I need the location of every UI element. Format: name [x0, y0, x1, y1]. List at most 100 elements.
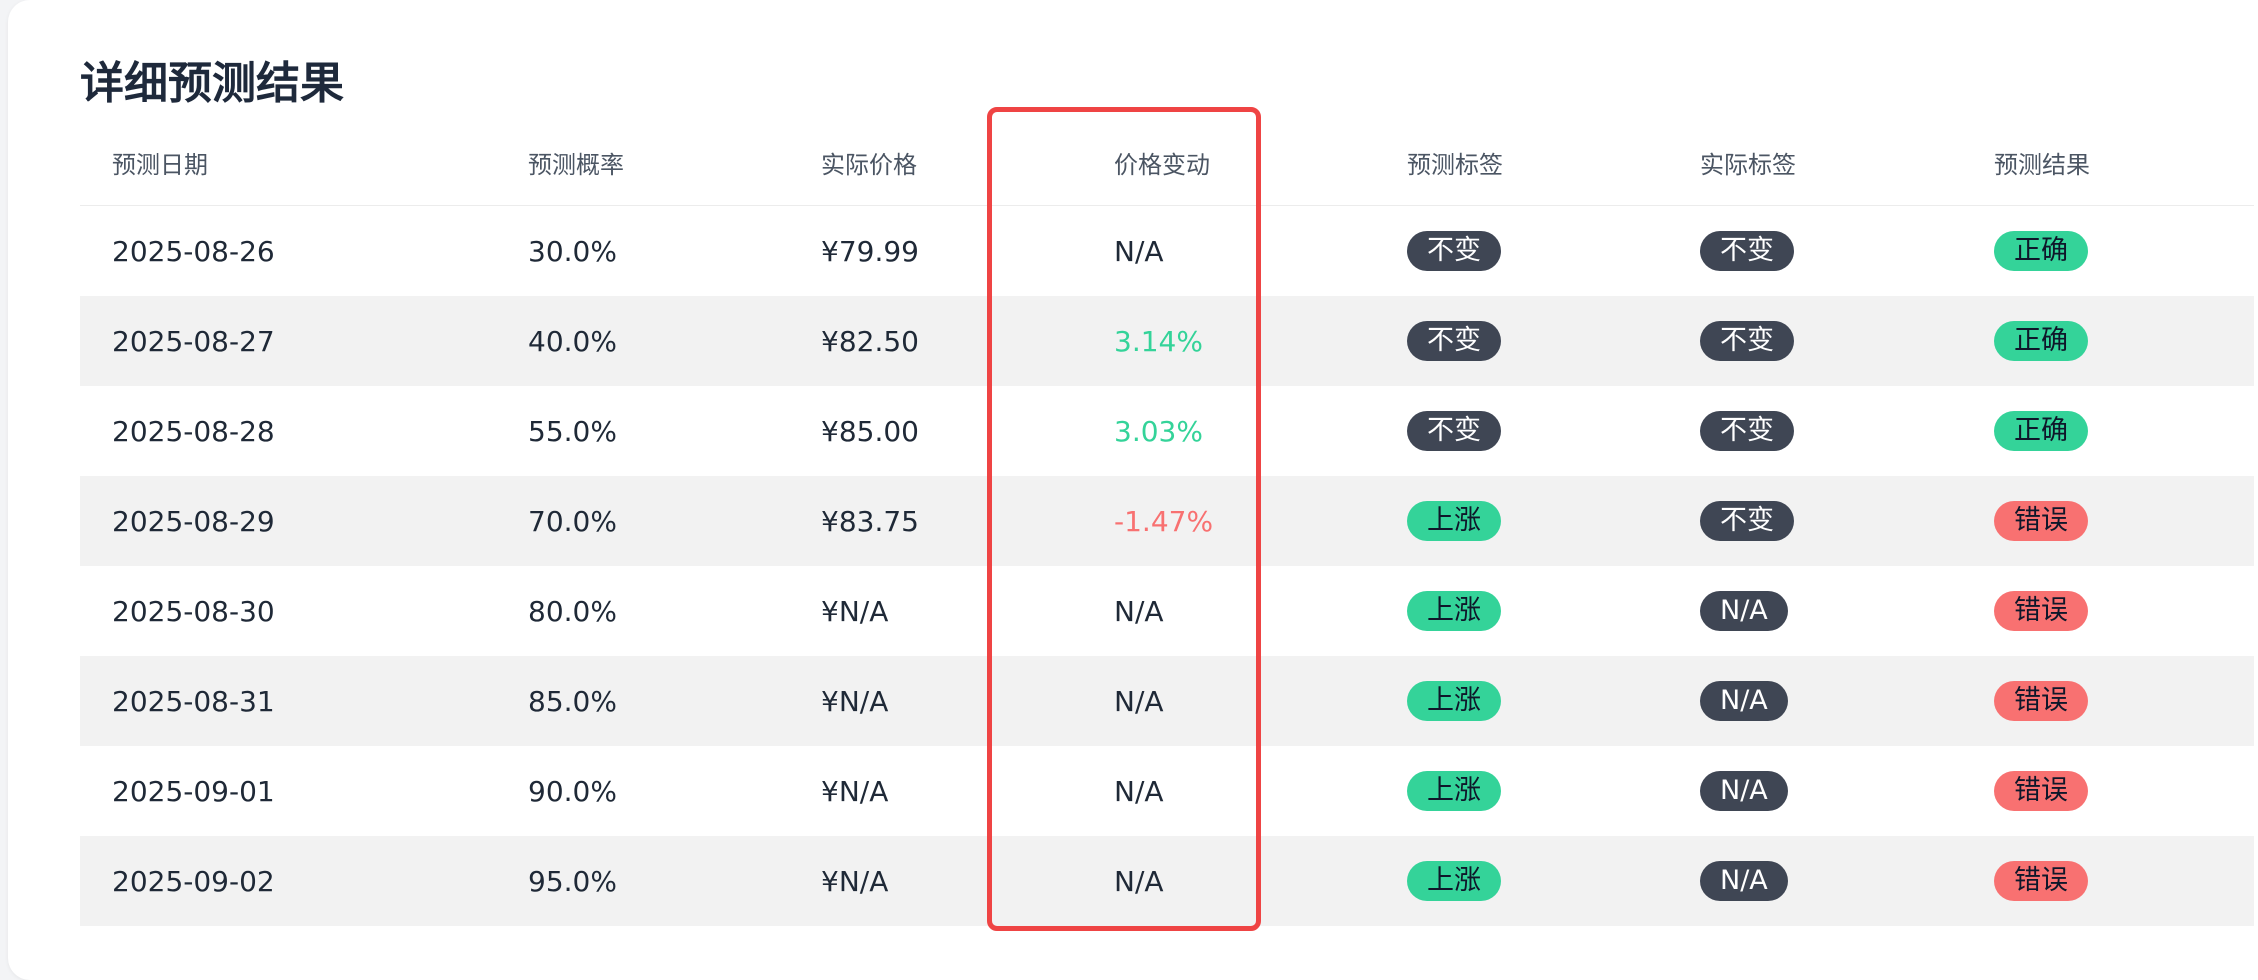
table-row[interactable]: 2025-08-30 80.0% ¥N/A N/A 上涨 N/A 错误	[80, 566, 2254, 656]
table-row[interactable]: 2025-09-02 95.0% ¥N/A N/A 上涨 N/A 错误	[80, 836, 2254, 926]
actual-label-cell: 不变	[1700, 386, 1794, 476]
price-change-cell: N/A	[1114, 774, 1164, 808]
actual-label-cell: 不变	[1700, 476, 1794, 566]
price-change-cell: N/A	[1114, 234, 1164, 268]
column-header-date[interactable]: 预测日期	[112, 120, 208, 205]
prediction-result-cell: 错误	[1994, 836, 2088, 926]
predicted-label-badge: 上涨	[1407, 501, 1501, 541]
predicted-label-badge: 上涨	[1407, 861, 1501, 901]
table-row[interactable]: 2025-09-01 90.0% ¥N/A N/A 上涨 N/A 错误	[80, 746, 2254, 836]
price-change-cell: N/A	[1114, 684, 1164, 718]
date-cell: 2025-08-31	[112, 684, 275, 718]
prediction-result-badge: 错误	[1994, 681, 2088, 721]
probability-cell: 70.0%	[528, 504, 617, 538]
predicted-label-badge: 上涨	[1407, 591, 1501, 631]
probability-cell: 40.0%	[528, 324, 617, 358]
actual-label-cell: 不变	[1700, 296, 1794, 386]
column-header-probability[interactable]: 预测概率	[528, 120, 624, 205]
price-change-cell: 3.03%	[1114, 414, 1203, 448]
column-header-change[interactable]: 价格变动	[1114, 120, 1210, 205]
predicted-label-cell: 上涨	[1407, 566, 1501, 656]
actual-label-cell: 不变	[1700, 206, 1794, 296]
date-cell: 2025-08-26	[112, 234, 275, 268]
date-cell: 2025-08-30	[112, 594, 275, 628]
column-header-predicted-label[interactable]: 预测标签	[1407, 120, 1503, 205]
date-cell: 2025-08-28	[112, 414, 275, 448]
predicted-label-cell: 上涨	[1407, 476, 1501, 566]
probability-cell: 95.0%	[528, 864, 617, 898]
price-change-cell: N/A	[1114, 594, 1164, 628]
probability-cell: 55.0%	[528, 414, 617, 448]
table-row[interactable]: 2025-08-27 40.0% ¥82.50 3.14% 不变 不变 正确	[80, 296, 2254, 386]
column-header-actual-label[interactable]: 实际标签	[1700, 120, 1796, 205]
prediction-result-cell: 错误	[1994, 476, 2088, 566]
probability-cell: 30.0%	[528, 234, 617, 268]
column-header-result[interactable]: 预测结果	[1994, 120, 2090, 205]
prediction-result-badge: 错误	[1994, 591, 2088, 631]
actual-label-cell: N/A	[1700, 656, 1788, 746]
predicted-label-badge: 不变	[1407, 411, 1501, 451]
actual-label-badge: 不变	[1700, 231, 1794, 271]
table-row[interactable]: 2025-08-29 70.0% ¥83.75 -1.47% 上涨 不变 错误	[80, 476, 2254, 566]
prediction-result-cell: 错误	[1994, 566, 2088, 656]
predicted-label-badge: 上涨	[1407, 771, 1501, 811]
price-cell: ¥79.99	[821, 234, 919, 268]
actual-label-cell: N/A	[1700, 836, 1788, 926]
prediction-result-badge: 错误	[1994, 771, 2088, 811]
predicted-label-cell: 上涨	[1407, 836, 1501, 926]
price-cell: ¥N/A	[821, 594, 889, 628]
actual-label-badge: N/A	[1700, 771, 1788, 811]
actual-label-badge: 不变	[1700, 501, 1794, 541]
price-change-cell: -1.47%	[1114, 504, 1214, 538]
table-row[interactable]: 2025-08-31 85.0% ¥N/A N/A 上涨 N/A 错误	[80, 656, 2254, 746]
table-body: 2025-08-26 30.0% ¥79.99 N/A 不变 不变 正确 2025-08-27…	[80, 206, 2254, 926]
actual-label-badge: 不变	[1700, 411, 1794, 451]
price-cell: ¥85.00	[821, 414, 919, 448]
price-cell: ¥N/A	[821, 774, 889, 808]
prediction-result-cell: 正确	[1994, 206, 2088, 296]
actual-label-badge: N/A	[1700, 591, 1788, 631]
prediction-result-badge: 错误	[1994, 861, 2088, 901]
predicted-label-cell: 不变	[1407, 206, 1501, 296]
price-cell: ¥82.50	[821, 324, 919, 358]
prediction-result-cell: 错误	[1994, 746, 2088, 836]
actual-label-cell: N/A	[1700, 566, 1788, 656]
column-header-price[interactable]: 实际价格	[821, 120, 917, 205]
price-cell: ¥N/A	[821, 864, 889, 898]
prediction-result-badge: 错误	[1994, 501, 2088, 541]
price-cell: ¥83.75	[821, 504, 919, 538]
actual-label-badge: 不变	[1700, 321, 1794, 361]
predicted-label-badge: 不变	[1407, 321, 1501, 361]
results-card: 详细预测结果 预测日期 预测概率 实际价格 价格变动 预测标签 实际标签 预测结…	[8, 0, 2258, 980]
actual-label-badge: N/A	[1700, 681, 1788, 721]
prediction-result-badge: 正确	[1994, 321, 2088, 361]
table-row[interactable]: 2025-08-26 30.0% ¥79.99 N/A 不变 不变 正确	[80, 206, 2254, 296]
date-cell: 2025-09-02	[112, 864, 275, 898]
date-cell: 2025-08-29	[112, 504, 275, 538]
prediction-result-cell: 错误	[1994, 656, 2088, 746]
predicted-label-badge: 不变	[1407, 231, 1501, 271]
probability-cell: 90.0%	[528, 774, 617, 808]
probability-cell: 80.0%	[528, 594, 617, 628]
date-cell: 2025-08-27	[112, 324, 275, 358]
price-change-cell: 3.14%	[1114, 324, 1203, 358]
results-table: 预测日期 预测概率 实际价格 价格变动 预测标签 实际标签 预测结果 2025-…	[80, 120, 2254, 926]
prediction-result-cell: 正确	[1994, 386, 2088, 476]
price-cell: ¥N/A	[821, 684, 889, 718]
actual-label-badge: N/A	[1700, 861, 1788, 901]
predicted-label-cell: 不变	[1407, 386, 1501, 476]
date-cell: 2025-09-01	[112, 774, 275, 808]
table-row[interactable]: 2025-08-28 55.0% ¥85.00 3.03% 不变 不变 正确	[80, 386, 2254, 476]
prediction-result-badge: 正确	[1994, 231, 2088, 271]
predicted-label-cell: 不变	[1407, 296, 1501, 386]
predicted-label-cell: 上涨	[1407, 656, 1501, 746]
prediction-result-badge: 正确	[1994, 411, 2088, 451]
prediction-result-cell: 正确	[1994, 296, 2088, 386]
probability-cell: 85.0%	[528, 684, 617, 718]
predicted-label-badge: 上涨	[1407, 681, 1501, 721]
predicted-label-cell: 上涨	[1407, 746, 1501, 836]
actual-label-cell: N/A	[1700, 746, 1788, 836]
table-header: 预测日期 预测概率 实际价格 价格变动 预测标签 实际标签 预测结果	[80, 120, 2254, 206]
section-title: 详细预测结果	[80, 58, 344, 109]
price-change-cell: N/A	[1114, 864, 1164, 898]
